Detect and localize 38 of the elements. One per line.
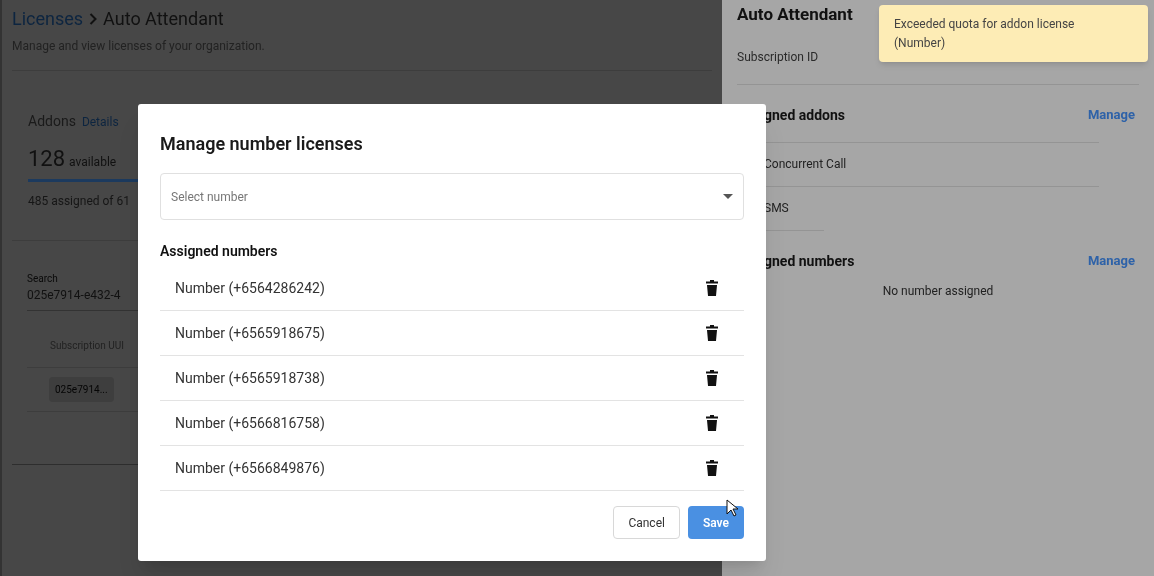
section-heading: gned numbers — [764, 251, 855, 271]
number-item: Number (+6565918738) — [175, 368, 325, 389]
addon-item: SMS — [764, 200, 789, 217]
manage-link[interactable]: Manage — [1087, 105, 1135, 125]
caret-down-icon — [723, 194, 733, 199]
trash-icon — [706, 460, 718, 476]
save-button[interactable]: Save — [687, 506, 744, 539]
subscription-label: Subscription ID — [737, 48, 820, 66]
select-placeholder: Select number — [171, 188, 248, 206]
toast-message: Exceeded quota for addon license (Number) — [894, 16, 1076, 52]
drawer-title: Auto Attendant — [737, 3, 853, 26]
details-link[interactable]: Details — [81, 113, 119, 131]
number-item: Number (+6564286242) — [175, 278, 325, 299]
uuid-chip: 025e7914... — [49, 377, 114, 402]
breadcrumb-link[interactable]: Licenses — [12, 5, 84, 32]
trash-icon — [706, 325, 718, 341]
trash-icon — [706, 280, 718, 296]
number-item: Number (+6565918675) — [175, 323, 325, 344]
cancel-button[interactable]: Cancel — [613, 506, 680, 539]
chevron-right-icon — [89, 12, 98, 25]
delete-button[interactable] — [704, 323, 720, 343]
manage-link[interactable]: Manage — [1087, 251, 1135, 271]
number-select[interactable]: Select number — [160, 173, 744, 220]
delete-button[interactable] — [704, 278, 720, 298]
search-label: Search — [27, 272, 59, 286]
mouse-cursor-icon — [726, 499, 738, 517]
delete-button[interactable] — [704, 458, 720, 478]
empty-message: No number assigned — [882, 282, 994, 300]
number-item: Number (+6566816758) — [175, 413, 325, 434]
addon-item: Concurrent Call — [764, 156, 847, 173]
number-item: Number (+6566849876) — [175, 458, 325, 479]
dialog-title: Manage number licenses — [160, 132, 364, 156]
delete-button[interactable] — [704, 368, 720, 388]
section-heading: gned addons — [764, 105, 845, 125]
trash-icon — [706, 415, 718, 431]
trash-icon — [706, 370, 718, 386]
delete-button[interactable] — [704, 413, 720, 433]
list-heading: Assigned numbers — [160, 242, 279, 261]
